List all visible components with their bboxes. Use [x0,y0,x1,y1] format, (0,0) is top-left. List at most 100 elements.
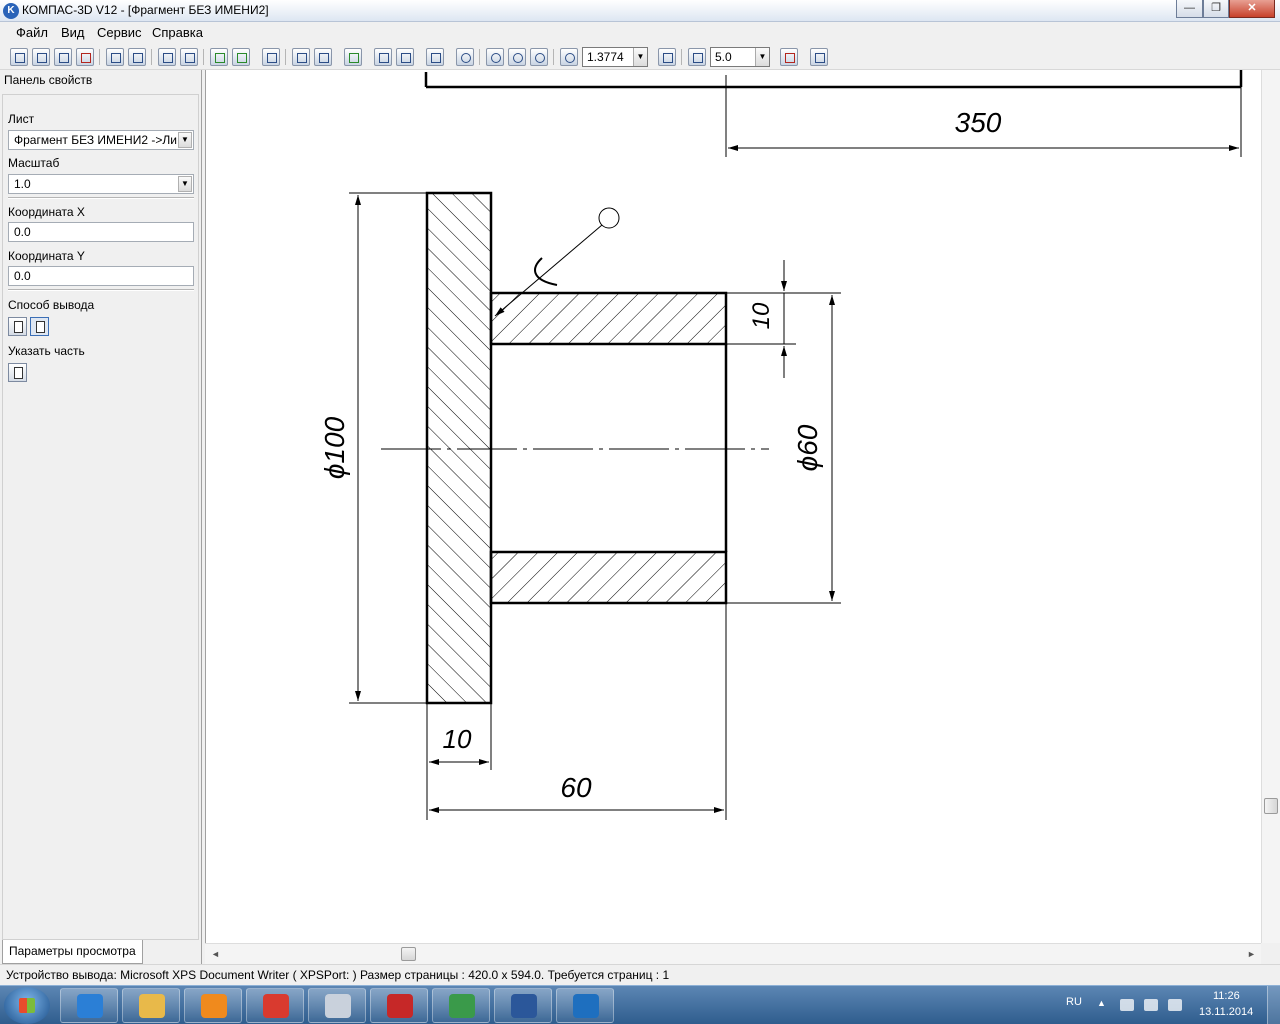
clock-date[interactable]: 13.11.2014 [1199,1006,1253,1018]
properties-panel: Панель свойств Лист Фрагмент БЕЗ ИМЕНИ2 … [0,70,202,964]
pages-icon[interactable] [426,48,444,66]
start-button[interactable] [4,987,50,1024]
status-bar: Устройство вывода: Microsoft XPS Documen… [0,964,1280,985]
scroll-left-icon[interactable]: ◄ [211,949,220,959]
taskbar: RU ▲ 11:26 13.11.2014 [0,985,1280,1024]
network-icon[interactable] [1144,999,1158,1011]
menu-help[interactable]: Справка [152,25,203,40]
media-player-icon [201,994,227,1018]
menu-view[interactable]: Вид [61,25,85,40]
dim-10-wall-text: 10 [748,302,775,329]
arrange-icon[interactable] [396,48,414,66]
add-document-icon[interactable] [158,48,176,66]
divider [8,289,194,291]
chevron-down-icon[interactable]: ▼ [755,48,769,66]
top-frame [424,70,1243,157]
layout-grid-icon[interactable] [374,48,392,66]
show-desktop-button[interactable] [1267,986,1280,1024]
drawing-svg: 350 ϕ100 ϕ60 10 10 60 [319,70,1243,820]
tray-expand-icon[interactable]: ▲ [1097,998,1106,1008]
taskbar-word-button[interactable] [494,988,552,1023]
drawing-canvas[interactable]: 350 ϕ100 ϕ60 10 10 60 [205,70,1261,943]
divider [8,197,194,199]
toolbar-separator [151,49,152,65]
status-text: Устройство вывода: Microsoft XPS Documen… [6,968,670,982]
rotate-sheet-icon[interactable] [232,48,250,66]
chevron-down-icon[interactable]: ▼ [178,132,192,148]
zoom-out-icon[interactable] [530,48,548,66]
coord-x-label: Координата X [8,205,85,219]
context-help-icon[interactable] [810,48,828,66]
scale-select[interactable]: 1.0 ▼ [8,174,194,194]
menu-service[interactable]: Сервис [97,25,142,40]
taskbar-solidworks-button[interactable] [370,988,428,1023]
internet-explorer-icon [77,994,103,1018]
taskbar-calculator-button[interactable] [308,988,366,1023]
clock-time[interactable]: 11:26 [1213,990,1240,1002]
chevron-down-icon[interactable]: ▼ [633,48,647,66]
coord-y-input[interactable]: 0.0 [8,266,194,286]
taskbar-chrome-button[interactable] [246,988,304,1023]
pan-icon[interactable] [658,48,676,66]
zoom-combo[interactable]: 1.3774 ▼ [582,47,648,67]
close-button[interactable]: ✕ [1229,0,1275,18]
zoom-in-icon[interactable] [508,48,526,66]
zoom-scale-icon[interactable] [560,48,578,66]
word-icon [511,994,537,1018]
tab-view-parameters[interactable]: Параметры просмотра [2,940,143,964]
taskbar-file-explorer-button[interactable] [122,988,180,1023]
scroll-corner [1261,943,1280,964]
print-icon[interactable] [10,48,28,66]
chevron-down-icon[interactable]: ▼ [178,176,192,192]
move-sheet-icon[interactable] [210,48,228,66]
filter-icon[interactable] [76,48,94,66]
select-part-button[interactable] [8,363,27,382]
menu-file[interactable]: Файл [16,25,48,40]
zoom-page-icon[interactable] [456,48,474,66]
print-help-icon[interactable] [54,48,72,66]
output-mono-button[interactable] [30,317,49,336]
minimize-button[interactable]: — [1176,0,1203,18]
grid-icon[interactable] [262,48,280,66]
output-mode-label: Способ вывода [8,298,95,312]
fit-page-icon[interactable] [106,48,124,66]
taskbar-media-player-button[interactable] [184,988,242,1023]
kompas-3d-icon [573,994,599,1018]
dim-350-text: 350 [955,107,1002,138]
scale-label: Масштаб [8,156,60,170]
output-color-button[interactable] [8,317,27,336]
toolbar-separator [99,49,100,65]
coord-x-input[interactable]: 0.0 [8,222,194,242]
taskbar-kompas-graphic-button[interactable] [432,988,490,1023]
snap-icon[interactable] [688,48,706,66]
taskbar-kompas-3d-button[interactable] [556,988,614,1023]
zoom-value: 1.3774 [587,50,624,64]
taskbar-internet-explorer-button[interactable] [60,988,118,1023]
panel-title: Панель свойств [4,73,93,87]
dim-d100 [349,192,427,704]
volume-icon[interactable] [1168,999,1182,1011]
vertical-scroll-thumb[interactable] [1264,798,1278,814]
remove-document-icon[interactable] [180,48,198,66]
flag-icon[interactable] [1120,999,1134,1011]
tile-icon[interactable] [292,48,310,66]
sheet-label: Лист [8,112,35,126]
kompas-logo-icon[interactable]: K [3,3,19,19]
restore-button[interactable]: ❐ [1203,0,1229,18]
menu-bar: Файл Вид Сервис Справка [0,22,1280,44]
scroll-right-icon[interactable]: ► [1247,949,1256,959]
sheet-select[interactable]: Фрагмент БЕЗ ИМЕНИ2 ->Ли ▼ [8,130,194,150]
arrange-pages-icon[interactable] [128,48,146,66]
toolbar-separator [203,49,204,65]
step-combo[interactable]: 5.0 ▼ [710,47,770,67]
zoom-window-icon[interactable] [486,48,504,66]
file-explorer-icon [139,994,165,1018]
horizontal-scroll-thumb[interactable] [401,947,416,961]
close-preview-icon[interactable] [780,48,798,66]
language-indicator[interactable]: RU [1066,996,1082,1008]
tile-optimize-icon[interactable] [314,48,332,66]
vertical-scrollbar[interactable] [1261,70,1280,943]
printer-setup-icon[interactable] [32,48,50,66]
horizontal-scrollbar[interactable]: ◄ ► [205,943,1261,964]
fit-sheet-icon[interactable] [344,48,362,66]
